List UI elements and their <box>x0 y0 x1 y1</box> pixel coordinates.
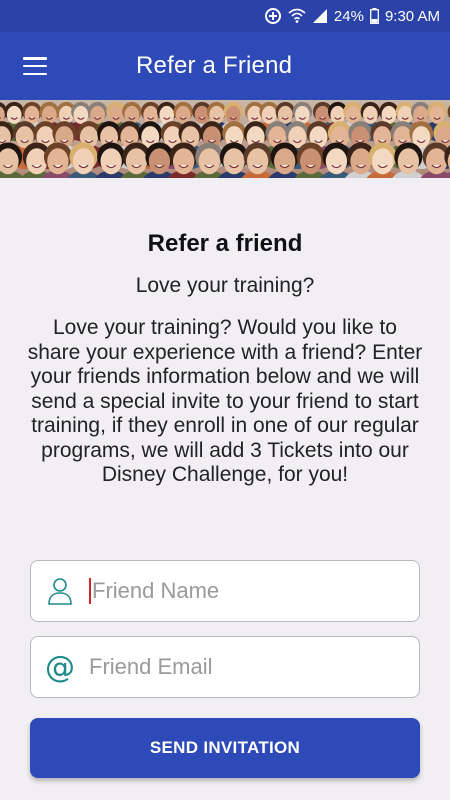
friend-name-input[interactable] <box>92 571 402 611</box>
clock: 9:30 AM <box>384 7 440 25</box>
data-saver-icon <box>264 7 282 25</box>
at-sign-icon: @ <box>45 649 75 685</box>
send-invitation-button[interactable]: SEND INVITATION <box>30 718 420 778</box>
person-icon <box>31 561 89 621</box>
friend-email-input[interactable] <box>89 647 399 687</box>
friend-name-field[interactable] <box>30 560 420 622</box>
battery-percent: 24% <box>333 7 364 25</box>
page-title: Refer a Friend <box>136 52 293 79</box>
description-text: Love your training? Would you like to sh… <box>27 316 423 486</box>
menu-button[interactable] <box>0 32 70 100</box>
status-bar: 24% 9:30 AM <box>0 0 450 32</box>
text-cursor <box>89 578 91 604</box>
section-heading: Refer a friend <box>147 230 303 257</box>
friend-email-field[interactable]: @ <box>30 636 420 698</box>
banner-image <box>0 100 450 178</box>
main-content: Refer a friend Love your training? Love … <box>0 178 450 800</box>
signal-icon <box>312 8 328 24</box>
crowd-photo <box>0 101 450 178</box>
hamburger-menu-icon <box>23 57 47 75</box>
section-subheading: Love your training? <box>135 274 315 297</box>
app-bar: Refer a Friend <box>0 32 450 100</box>
battery-icon <box>370 8 379 24</box>
wifi-icon <box>288 8 306 24</box>
